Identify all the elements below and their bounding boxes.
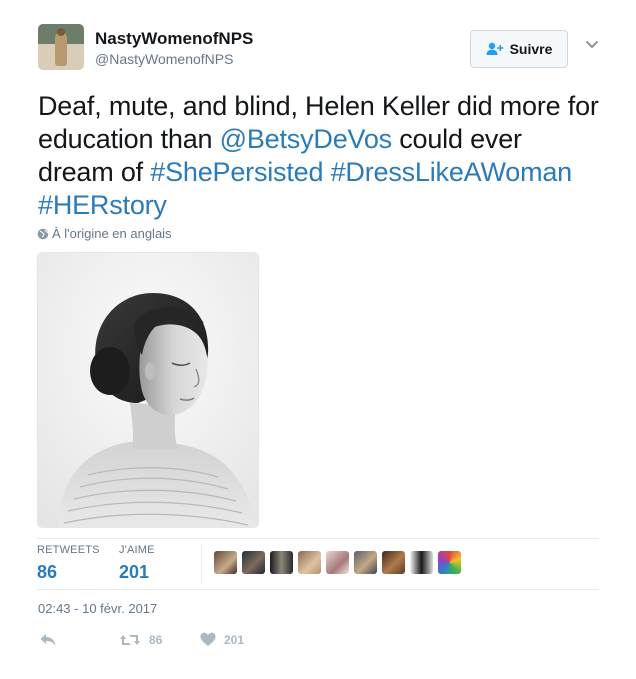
- like-count: 201: [224, 632, 245, 647]
- likes-count: 201: [119, 562, 150, 582]
- follow-button-label: Suivre: [509, 41, 553, 57]
- liker-avatar[interactable]: [438, 551, 461, 574]
- display-name[interactable]: NastyWomenofNPS: [95, 29, 253, 49]
- retweet-count: 86: [149, 633, 163, 647]
- reply-button[interactable]: [39, 632, 57, 648]
- user-handle[interactable]: @NastyWomenofNPS: [95, 50, 253, 68]
- tweet-timestamp[interactable]: 02:43 - 10 févr. 2017: [38, 601, 157, 616]
- tweet-photo[interactable]: [37, 252, 259, 528]
- liker-avatar[interactable]: [298, 551, 321, 574]
- translate-link[interactable]: À l'origine en anglais: [37, 226, 172, 241]
- chevron-down-icon[interactable]: [584, 36, 600, 52]
- tweet-header: NastyWomenofNPS @NastyWomenofNPS Suivre: [38, 24, 598, 74]
- tweet-actions: 86 201: [37, 632, 337, 652]
- retweet-button[interactable]: 86: [119, 632, 162, 648]
- liker-avatar[interactable]: [382, 551, 405, 574]
- portrait-photo: [38, 253, 258, 527]
- likes-label: J'AIME: [119, 544, 155, 556]
- follow-button[interactable]: Suivre: [470, 30, 568, 68]
- hashtag-link[interactable]: #ShePersisted: [150, 157, 323, 187]
- add-user-icon: [486, 42, 503, 55]
- retweets-label: RETWEETS: [37, 544, 100, 556]
- hashtag-link[interactable]: #HERstory: [38, 190, 167, 220]
- translate-label: À l'origine en anglais: [52, 226, 172, 241]
- tweet-text: Deaf, mute, and blind, Helen Keller did …: [38, 90, 600, 222]
- likers-avatars: [214, 551, 461, 575]
- liker-avatar[interactable]: [354, 551, 377, 574]
- retweets-stat[interactable]: RETWEETS 86: [37, 544, 100, 583]
- stats-separator: [201, 544, 202, 584]
- retweet-icon: [120, 635, 140, 645]
- globe-icon: [37, 228, 49, 239]
- retweets-count: 86: [37, 562, 58, 582]
- likes-stat[interactable]: J'AIME 201: [119, 544, 155, 583]
- like-button[interactable]: 201: [200, 632, 244, 647]
- avatar[interactable]: [38, 24, 84, 70]
- divider: [37, 538, 599, 539]
- reply-icon: [40, 634, 56, 646]
- liker-avatar[interactable]: [410, 551, 433, 574]
- user-names: NastyWomenofNPS @NastyWomenofNPS: [95, 29, 253, 68]
- hashtag-link[interactable]: #DressLikeAWoman: [331, 157, 573, 187]
- liker-avatar[interactable]: [270, 551, 293, 574]
- heart-icon: [200, 632, 216, 646]
- divider: [37, 589, 599, 590]
- liker-avatar[interactable]: [242, 551, 265, 574]
- liker-avatar[interactable]: [214, 551, 237, 574]
- liker-avatar[interactable]: [326, 551, 349, 574]
- mention-link[interactable]: @BetsyDeVos: [220, 124, 392, 154]
